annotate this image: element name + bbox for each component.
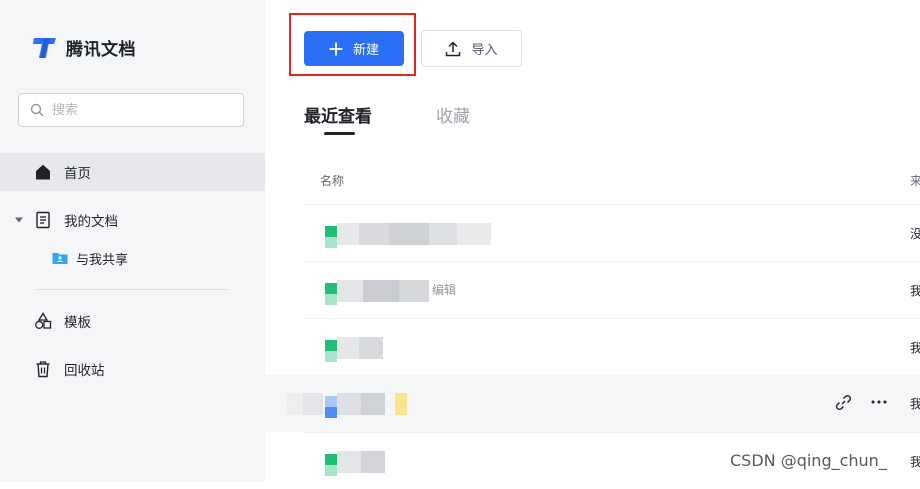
sidebar: 腾讯文档 首页 我的文档 与我共享 — [0, 0, 265, 482]
row-source: 我 — [910, 284, 920, 298]
search-icon — [30, 103, 44, 117]
shared-folder-icon — [52, 253, 68, 264]
sidebar-item-label: 首页 — [64, 166, 91, 182]
doc-file-icon — [325, 340, 337, 362]
row-source: 我 — [910, 341, 920, 355]
row-source: 我 — [910, 397, 920, 411]
file-title-redacted — [337, 451, 385, 473]
file-title-redacted — [337, 393, 407, 415]
sidebar-divider — [36, 289, 228, 290]
app-name: 腾讯文档 — [66, 39, 136, 60]
app-logo[interactable]: 腾讯文档 — [32, 34, 136, 60]
doc-file-icon — [325, 283, 337, 305]
doc-file-icon — [325, 454, 337, 476]
upload-icon — [446, 40, 461, 56]
file-title-redacted-prefix — [287, 393, 323, 415]
trash-icon — [36, 361, 50, 378]
sidebar-item-my-docs[interactable]: 我的文档 — [0, 201, 265, 239]
sidebar-item-home[interactable]: 首页 — [0, 153, 265, 191]
home-icon — [36, 164, 50, 180]
table-row[interactable]: 没 — [304, 204, 920, 261]
sidebar-item-shared-with-me[interactable]: 与我共享 — [0, 243, 265, 273]
tencent-docs-logo-icon — [33, 38, 56, 58]
caret-down-icon[interactable] — [15, 216, 23, 224]
document-icon — [36, 211, 50, 229]
table-row[interactable]: 我 — [304, 318, 920, 375]
search-box[interactable] — [18, 93, 244, 127]
table-row[interactable]: 我 — [265, 375, 920, 432]
new-button[interactable]: 新建 — [304, 31, 404, 66]
doc-file-icon — [325, 396, 337, 418]
watermark: CSDN @qing_chun_ — [730, 451, 887, 470]
template-icon — [35, 312, 52, 329]
import-button[interactable]: 导入 — [421, 30, 522, 67]
sidebar-item-label: 模板 — [64, 315, 91, 331]
doc-file-icon — [325, 226, 337, 248]
more-options-icon[interactable] — [869, 392, 889, 412]
plus-icon — [329, 42, 343, 55]
file-title-redacted — [337, 280, 429, 302]
row-source: 没 — [910, 227, 920, 241]
file-title-redacted — [337, 223, 491, 245]
table-row[interactable]: 编辑 我 — [304, 261, 920, 318]
new-button-label: 新建 — [352, 43, 379, 58]
link-icon[interactable] — [835, 394, 852, 411]
import-button-label: 导入 — [471, 43, 498, 58]
main-content: 新建 导入 最近查看 收藏 名称 来 没 编辑 我 我 我 我 — [265, 0, 920, 482]
sidebar-item-templates[interactable]: 模板 — [0, 302, 265, 340]
active-tab-indicator — [324, 132, 355, 135]
row-source: 我 — [910, 455, 920, 469]
sidebar-item-label: 我的文档 — [64, 214, 118, 230]
tab-recent[interactable]: 最近查看 — [304, 102, 372, 127]
sidebar-item-trash[interactable]: 回收站 — [0, 350, 265, 388]
file-title-redacted — [337, 337, 383, 359]
column-header-name: 名称 — [320, 174, 345, 188]
tab-favorites[interactable]: 收藏 — [436, 102, 470, 127]
sidebar-item-label: 与我共享 — [76, 252, 129, 268]
file-title-tail: 编辑 — [432, 283, 457, 297]
sidebar-item-label: 回收站 — [64, 363, 105, 379]
search-input[interactable] — [50, 101, 234, 119]
column-header-source: 来 — [910, 174, 920, 188]
